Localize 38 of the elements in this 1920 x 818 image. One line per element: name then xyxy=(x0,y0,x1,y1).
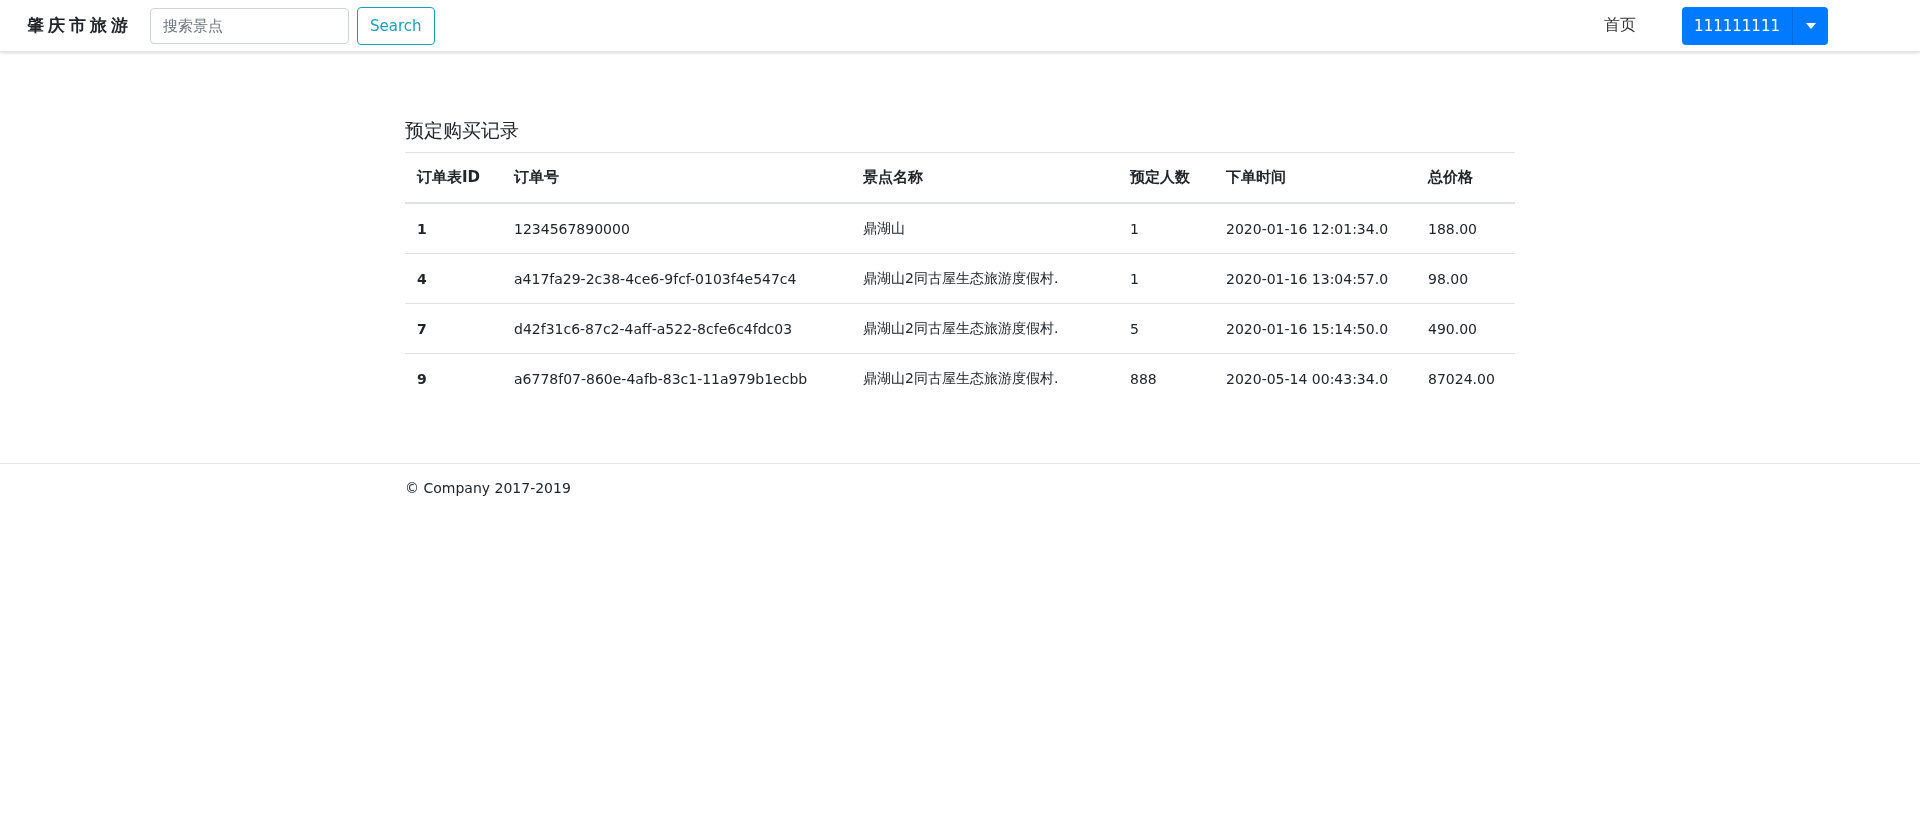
table-cell: 5 xyxy=(1118,303,1214,354)
table-cell: 2020-01-16 13:04:57.0 xyxy=(1214,253,1416,304)
table-cell: 188.00 xyxy=(1416,203,1515,254)
table-cell: 2020-01-16 12:01:34.0 xyxy=(1214,203,1416,254)
column-header: 订单表ID xyxy=(405,152,502,203)
table-cell: 鼎湖山 xyxy=(851,203,1118,254)
table-cell: 7 xyxy=(405,303,502,354)
column-header: 订单号 xyxy=(502,152,851,203)
column-header: 总价格 xyxy=(1416,152,1515,203)
dropdown-toggle[interactable] xyxy=(1792,6,1828,45)
table-cell: a417fa29-2c38-4ce6-9fcf-0103f4e547c4 xyxy=(502,253,851,304)
table-cell: 4 xyxy=(405,253,502,304)
table-cell: 鼎湖山2同古屋生态旅游度假村. xyxy=(851,303,1118,354)
table-cell: 2020-01-16 15:14:50.0 xyxy=(1214,303,1416,354)
section-title: 预定购买记录 xyxy=(405,118,520,143)
site-logo[interactable]: 肇庆市旅游 xyxy=(27,14,132,37)
table-cell: a6778f07-860e-4afb-83c1-11a979b1ecbb xyxy=(502,353,851,403)
table-cell: 1 xyxy=(1118,203,1214,254)
copyright-text: © Company 2017-2019 xyxy=(405,480,572,496)
table-cell: 888 xyxy=(1118,353,1214,403)
table-cell: 鼎湖山2同古屋生态旅游度假村. xyxy=(851,353,1118,403)
search-field[interactable]: 搜索景点 xyxy=(150,7,349,44)
table-cell: 1 xyxy=(405,203,502,254)
table-cell: 490.00 xyxy=(1416,303,1515,354)
column-header: 预定人数 xyxy=(1118,152,1214,203)
user-button[interactable]: 111111111 xyxy=(1682,6,1792,45)
column-header: 下单时间 xyxy=(1214,152,1416,203)
home-link[interactable]: 首页 xyxy=(1604,15,1637,36)
table-cell: 1234567890000 xyxy=(502,203,851,254)
caret-icon xyxy=(1805,22,1816,29)
table-cell: 9 xyxy=(405,353,502,403)
table-cell: d42f31c6-87c2-4aff-a522-8cfe6c4fdc03 xyxy=(502,303,851,354)
table-cell: 87024.00 xyxy=(1416,353,1515,403)
table-cell: 鼎湖山2同古屋生态旅游度假村. xyxy=(851,253,1118,304)
table-cell: 1 xyxy=(1118,253,1214,304)
table-cell: 2020-05-14 00:43:34.0 xyxy=(1214,353,1416,403)
column-header: 景点名称 xyxy=(851,152,1118,203)
table-cell: 98.00 xyxy=(1416,253,1515,304)
